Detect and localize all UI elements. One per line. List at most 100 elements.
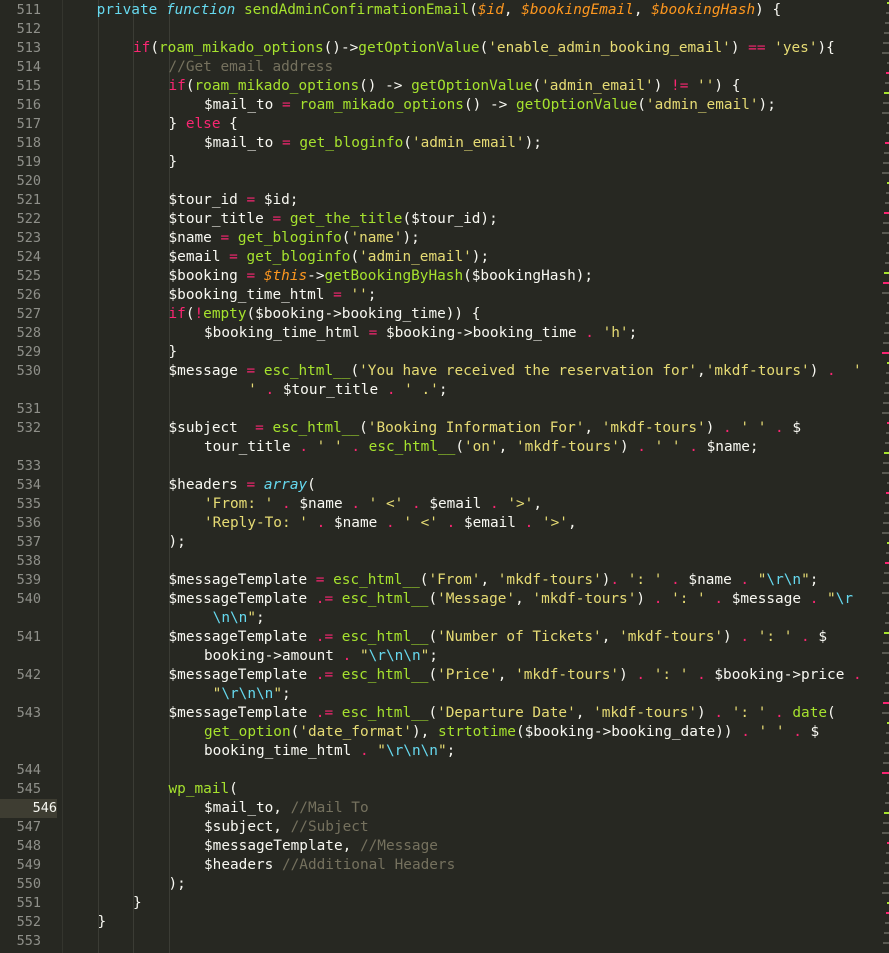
code-token: ' ' bbox=[654, 439, 681, 455]
code-line[interactable]: 'From: ' . $name . ' <' . $email . '>', bbox=[204, 495, 542, 514]
code-token: esc_html__ bbox=[333, 572, 420, 588]
code-line[interactable]: if(roam_mikado_options() -> getOptionVal… bbox=[169, 77, 741, 96]
code-token: $tour_title bbox=[274, 382, 387, 398]
code-line[interactable]: $name = get_bloginfo('name'); bbox=[169, 229, 420, 248]
code-token: roam_mikado_options bbox=[299, 97, 464, 113]
code-line[interactable]: $booking_time_html = $booking->booking_t… bbox=[204, 324, 637, 343]
code-line[interactable]: $subject = esc_html__('Booking Informati… bbox=[169, 419, 802, 438]
code-token: ( bbox=[350, 249, 360, 265]
code-line[interactable]: $mail_to = roam_mikado_options() -> getO… bbox=[204, 96, 776, 115]
minimap-mark bbox=[883, 402, 889, 404]
code-line[interactable]: "\r\n\n"; bbox=[204, 685, 291, 704]
code-line[interactable]: booking->amount . "\r\n\n"; bbox=[204, 647, 438, 666]
code-token: , bbox=[601, 629, 620, 645]
code-line[interactable]: 'Reply-To: ' . $name . ' <' . $email . '… bbox=[204, 514, 577, 533]
code-line[interactable]: private function sendAdminConfirmationEm… bbox=[62, 1, 782, 20]
code-token: if bbox=[168, 306, 186, 322]
code-line[interactable]: $messageTemplate .= esc_html__('Price', … bbox=[169, 666, 862, 685]
code-line[interactable]: $booking_time_html = ''; bbox=[169, 286, 377, 305]
code-token: .= bbox=[315, 591, 334, 607]
code-line[interactable]: $tour_id = $id; bbox=[169, 191, 299, 210]
code-token: esc_html__ bbox=[368, 439, 456, 455]
code-line[interactable]: //Get email address bbox=[169, 58, 334, 77]
minimap-mark bbox=[885, 22, 889, 24]
minimap-mark bbox=[884, 392, 889, 394]
code-token: 'mkdf-tours' bbox=[515, 439, 620, 455]
code-line[interactable]: $booking = $this->getBookingByHash($book… bbox=[169, 267, 594, 286]
code-line[interactable]: ' . $tour_title . ' .'; bbox=[240, 381, 447, 400]
minimap-mark bbox=[884, 872, 889, 874]
code-token: ' <' bbox=[368, 496, 404, 512]
code-line[interactable]: } bbox=[169, 343, 178, 362]
code-line[interactable]: $messageTemplate = esc_html__('From', 'm… bbox=[169, 571, 819, 590]
code-line[interactable]: wp_mail( bbox=[169, 780, 238, 799]
code-line[interactable]: $message = esc_html__('You have received… bbox=[169, 362, 862, 381]
code-line[interactable]: $mail_to, //Mail To bbox=[204, 799, 369, 818]
code-token: " bbox=[801, 572, 810, 588]
code-editor[interactable]: 511 512 513 514 515 516 517 518 519 520 521 522 523 5… bbox=[0, 0, 889, 953]
code-token: esc_html__ bbox=[341, 667, 429, 683]
code-token: ($booking->booking_time)) { bbox=[246, 306, 481, 322]
code-line[interactable]: } bbox=[133, 894, 142, 913]
code-line[interactable]: $messageTemplate .= esc_html__('Departur… bbox=[169, 704, 836, 723]
code-token: $messageTemplate, bbox=[204, 838, 360, 854]
code-token: .= bbox=[315, 667, 334, 683]
code-token: ': ' bbox=[653, 667, 689, 683]
code-token: . bbox=[351, 496, 360, 512]
minimap-mark bbox=[882, 892, 889, 894]
code-line[interactable]: } else { bbox=[169, 115, 238, 134]
code-line[interactable]: if(roam_mikado_options()->getOptionValue… bbox=[133, 39, 835, 58]
code-line[interactable]: $mail_to = get_bloginfo('admin_email'); bbox=[204, 134, 542, 153]
code-token: '' bbox=[350, 287, 368, 303]
code-line[interactable]: $headers //Additional Headers bbox=[204, 856, 455, 875]
code-token: //Subject bbox=[290, 819, 369, 835]
code-token: . bbox=[316, 515, 326, 531]
code-token: . bbox=[827, 363, 836, 379]
minimap-mark bbox=[884, 572, 889, 574]
code-line[interactable]: } bbox=[98, 913, 107, 932]
code-line[interactable]: booking_time_html . "\r\n\n"; bbox=[204, 742, 455, 761]
code-line[interactable]: $messageTemplate .= esc_html__('Message'… bbox=[169, 590, 854, 609]
minimap-scrollbar[interactable] bbox=[881, 0, 889, 953]
code-token: , bbox=[515, 591, 533, 607]
code-line[interactable]: $tour_title = get_the_title($tour_id); bbox=[169, 210, 498, 229]
code-area[interactable]: private function sendAdminConfirmationEm… bbox=[62, 0, 881, 953]
code-line[interactable]: get_option('date_format'), strtotime($bo… bbox=[204, 723, 819, 742]
code-line[interactable]: if(!empty($booking->booking_time)) { bbox=[169, 305, 481, 324]
minimap-mark bbox=[884, 812, 889, 814]
code-token: $booking->booking_time bbox=[377, 325, 586, 341]
code-token: $bookingEmail bbox=[521, 2, 634, 18]
code-token: . bbox=[793, 724, 802, 740]
code-line[interactable]: } bbox=[169, 153, 178, 172]
line-number: 548 bbox=[16, 838, 41, 854]
code-line[interactable]: ); bbox=[169, 875, 186, 894]
code-line[interactable]: $messageTemplate, //Message bbox=[204, 837, 438, 856]
code-line[interactable]: $subject, //Subject bbox=[204, 818, 369, 837]
minimap-mark bbox=[883, 102, 889, 104]
code-token: . bbox=[740, 629, 750, 645]
code-token: sendAdminConfirmationEmail bbox=[243, 2, 470, 18]
code-line[interactable]: \n\n"; bbox=[204, 609, 265, 628]
minimap-mark bbox=[882, 52, 889, 54]
code-line[interactable]: $email = get_bloginfo('admin_email'); bbox=[169, 248, 490, 267]
code-token: , bbox=[633, 2, 652, 18]
code-token: 'From' bbox=[428, 572, 481, 588]
code-token: private bbox=[62, 2, 166, 18]
code-token: ( bbox=[359, 420, 368, 436]
code-line[interactable]: ); bbox=[169, 533, 186, 552]
code-token: . bbox=[853, 667, 862, 683]
code-token: '' bbox=[697, 78, 715, 94]
minimap-mark bbox=[885, 382, 889, 384]
code-token: get_the_title bbox=[289, 211, 403, 227]
minimap-mark bbox=[883, 642, 889, 644]
code-line[interactable]: tour_title . ' ' . esc_html__('on', 'mkd… bbox=[204, 438, 759, 457]
minimap-mark bbox=[884, 92, 889, 94]
code-line[interactable]: $headers = array( bbox=[169, 476, 316, 495]
code-line[interactable]: $messageTemplate .= esc_html__('Number o… bbox=[169, 628, 828, 647]
code-token: $mail_to bbox=[204, 97, 282, 113]
code-token: . bbox=[741, 724, 750, 740]
